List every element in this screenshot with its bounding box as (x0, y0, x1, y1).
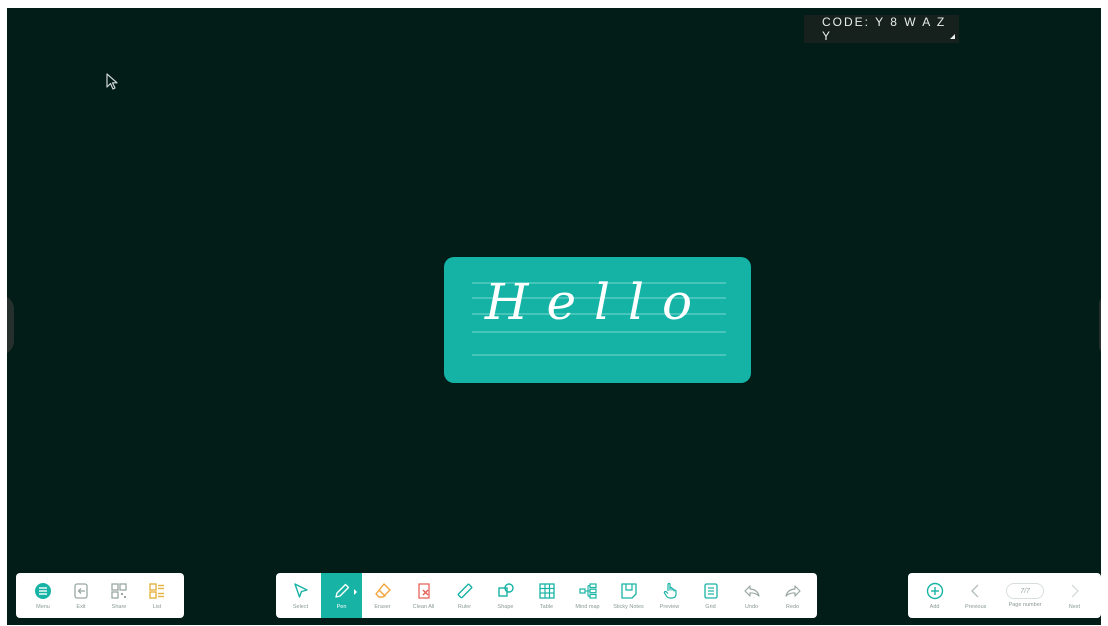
undo-button[interactable]: Undo (731, 573, 772, 618)
shape-tool-button[interactable]: Shape (485, 573, 526, 618)
sticky-notes-icon (620, 583, 637, 599)
eraser-tool-button[interactable]: Eraser (362, 573, 403, 618)
list-label: List (152, 604, 162, 610)
pen-icon (334, 583, 349, 598)
add-label: Add (929, 604, 940, 610)
card-word: Hello (484, 273, 711, 331)
mind-map-button[interactable]: Mind map (567, 573, 608, 618)
left-panel-handle[interactable] (7, 295, 14, 355)
undo-icon (743, 585, 760, 597)
menu-label: Menu (36, 604, 50, 610)
ruler-tool-button[interactable]: Ruler (444, 573, 485, 618)
left-toolbar: Menu Exit Share List (16, 573, 184, 618)
redo-label: Redo (785, 604, 800, 610)
redo-icon (784, 585, 801, 597)
chevron-right-icon (1071, 584, 1080, 598)
pen-options-caret-icon[interactable] (354, 589, 357, 595)
pen-tool-button[interactable]: Pen (321, 573, 362, 618)
page-number-label: Page number (1008, 602, 1042, 608)
preview-hand-icon (663, 582, 677, 599)
page-toolbar: Add Previous 7/7 Page number Next (908, 573, 1101, 618)
sticky-notes-button[interactable]: Sticky Notes (608, 573, 649, 618)
menu-icon (35, 583, 51, 599)
page-number-selector[interactable]: 7/7 Page number (996, 573, 1054, 618)
pen-label: Pen (336, 604, 347, 610)
clean-all-label: Clean All (412, 604, 435, 610)
next-page-button[interactable]: Next (1054, 573, 1095, 618)
session-code-badge: CODE: Y 8 W A Z Y (804, 15, 959, 43)
next-label: Next (1068, 604, 1081, 610)
mind-map-icon (578, 583, 597, 599)
eraser-label: Eraser (374, 604, 391, 610)
table-label: Table (539, 604, 554, 610)
preview-button[interactable]: Preview (649, 573, 690, 618)
table-tool-button[interactable]: Table (526, 573, 567, 618)
grid-label: Grid (705, 604, 716, 610)
chevron-left-icon (970, 584, 979, 598)
clean-all-icon (417, 583, 430, 599)
main-toolbar: Select Pen Eraser Clean All Ruler Shape … (276, 573, 817, 618)
select-tool-button[interactable]: Select (280, 573, 321, 618)
list-button[interactable]: List (138, 573, 176, 618)
list-icon (149, 583, 164, 599)
select-label: Select (292, 604, 309, 610)
resize-corner-icon[interactable] (950, 34, 955, 39)
hello-word-card[interactable]: Hello (444, 257, 751, 383)
share-button[interactable]: Share (100, 573, 138, 618)
table-icon (538, 583, 555, 599)
add-page-button[interactable]: Add (914, 573, 955, 618)
ruler-label: Ruler (457, 604, 472, 610)
qr-code-icon (111, 583, 127, 599)
session-code-text: CODE: Y 8 W A Z Y (822, 15, 947, 43)
undo-label: Undo (744, 604, 759, 610)
shape-icon (497, 583, 514, 597)
previous-page-button[interactable]: Previous (955, 573, 996, 618)
exit-icon (74, 583, 88, 599)
page-number-value[interactable]: 7/7 (1006, 583, 1045, 599)
preview-label: Preview (659, 604, 680, 610)
select-arrow-icon (293, 583, 308, 598)
redo-button[interactable]: Redo (772, 573, 813, 618)
share-label: Share (111, 604, 127, 610)
grid-button[interactable]: Grid (690, 573, 731, 618)
sticky-notes-label: Sticky Notes (613, 604, 644, 610)
shape-label: Shape (497, 604, 514, 610)
exit-label: Exit (76, 604, 86, 610)
menu-button[interactable]: Menu (24, 573, 62, 618)
previous-label: Previous (965, 604, 987, 610)
right-panel-handle[interactable] (1099, 295, 1101, 355)
ruler-icon (457, 583, 472, 599)
eraser-icon (374, 583, 391, 598)
mind-map-label: Mind map (575, 604, 600, 610)
grid-icon (703, 583, 718, 599)
mouse-cursor-icon (106, 73, 118, 90)
whiteboard-canvas[interactable]: CODE: Y 8 W A Z Y Hello Menu Exit Share … (7, 8, 1101, 625)
exit-button[interactable]: Exit (62, 573, 100, 618)
clean-all-button[interactable]: Clean All (403, 573, 444, 618)
add-circle-icon (926, 582, 943, 600)
